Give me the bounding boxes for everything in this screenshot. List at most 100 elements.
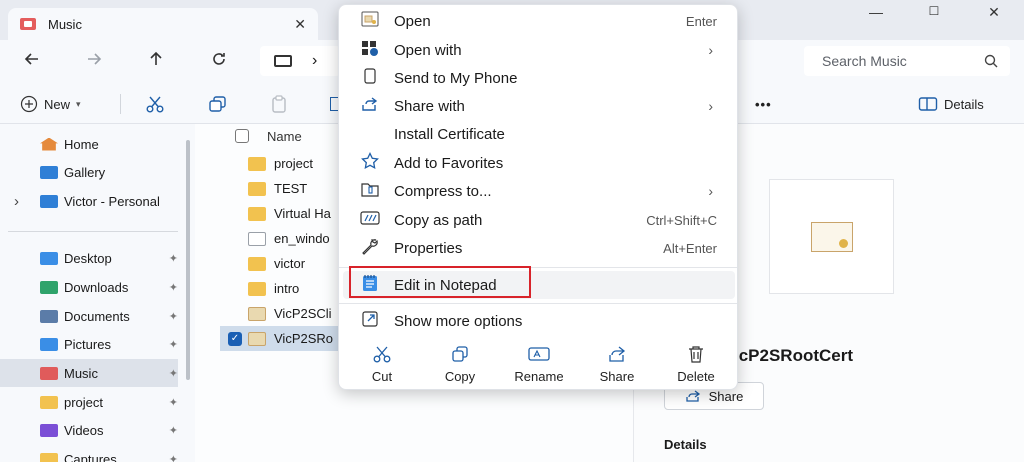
sidebar-label: Gallery — [64, 164, 106, 180]
sidebar-label: Documents — [64, 308, 130, 324]
music-icon — [40, 366, 58, 380]
more-options-button[interactable]: ••• — [755, 92, 772, 116]
menu-item-copy-as-path[interactable]: Copy as path Ctrl+Shift+C — [343, 206, 735, 234]
search-input[interactable]: Search Music — [804, 46, 1010, 76]
quick-action-rename[interactable]: Rename — [504, 345, 574, 384]
tab-music[interactable]: Music ✕ — [8, 8, 318, 40]
file-name: intro — [274, 281, 300, 296]
sidebar-label: Desktop — [64, 250, 112, 266]
sidebar-label: Music — [64, 365, 98, 381]
menu-label: Share with — [394, 97, 465, 115]
sidebar-divider — [8, 231, 178, 232]
menu-shortcut: Enter — [685, 13, 717, 29]
sidebar-label: project — [64, 394, 104, 410]
details-pane-button[interactable]: Details — [918, 92, 984, 116]
sidebar-item-onedrive[interactable]: › Victor - Personal — [0, 187, 178, 215]
phone-icon — [359, 67, 381, 89]
toolbar-rename-button-partial[interactable] — [330, 92, 338, 116]
menu-item-add-to-favorites[interactable]: Add to Favorites — [343, 149, 735, 177]
navigation-pane: Home Gallery › Victor - Personal Desktop… — [0, 124, 195, 462]
menu-item-compress-to[interactable]: Compress to... › — [343, 177, 735, 205]
column-header-name[interactable]: Name — [267, 129, 302, 144]
sidebar-scrollbar[interactable] — [186, 140, 190, 380]
pin-icon: ✦ — [168, 424, 178, 437]
menu-label: Install Certificate — [394, 125, 505, 143]
quick-action-copy[interactable]: Copy — [425, 345, 495, 384]
sidebar-item-desktop[interactable]: Desktop ✦ — [0, 244, 178, 272]
pin-icon: ✦ — [168, 396, 178, 409]
tab-close-icon[interactable]: ✕ — [294, 16, 306, 33]
gallery-icon — [40, 165, 58, 179]
refresh-icon — [213, 53, 225, 65]
file-name: project — [274, 156, 314, 171]
certificate-icon — [810, 221, 853, 252]
menu-item-open[interactable]: Open Enter — [343, 7, 735, 35]
menu-label: Properties — [394, 239, 463, 257]
menu-item-install-certificate[interactable]: Install Certificate — [343, 120, 735, 148]
toolbar-cut-button[interactable] — [145, 92, 165, 116]
trash-icon — [661, 345, 731, 365]
highlight-box — [349, 266, 531, 298]
pin-icon: ✦ — [168, 338, 178, 351]
rename-icon — [504, 345, 574, 365]
quick-action-label: Cut — [371, 369, 393, 384]
share-icon — [582, 345, 652, 365]
sidebar-item-gallery[interactable]: Gallery — [0, 158, 178, 186]
pin-icon: ✦ — [168, 310, 178, 323]
expand-chevron-icon[interactable]: › — [14, 193, 40, 210]
minimize-button[interactable]: — — [856, 4, 896, 20]
toolbar-paste-button[interactable] — [270, 92, 290, 116]
file-name: Virtual Ha — [274, 206, 331, 221]
quick-action-label: Share — [599, 369, 635, 384]
wrench-icon — [359, 237, 381, 260]
certificate-icon — [248, 306, 266, 321]
sidebar-item-videos[interactable]: Videos ✦ — [0, 416, 178, 444]
quick-action-cut[interactable]: Cut — [347, 345, 417, 384]
pin-icon: ✦ — [168, 453, 178, 462]
sidebar-item-documents[interactable]: Documents ✦ — [0, 302, 178, 330]
menu-item-open-with[interactable]: Open with › — [343, 36, 735, 64]
submenu-arrow-icon: › — [708, 98, 713, 114]
downloads-icon — [40, 280, 58, 294]
select-all-checkbox[interactable] — [235, 129, 249, 143]
pictures-icon — [40, 337, 58, 351]
refresh-button[interactable] — [207, 50, 231, 74]
quick-action-delete[interactable]: Delete — [661, 345, 731, 384]
copy-icon — [425, 345, 495, 365]
address-bar[interactable]: › — [260, 46, 340, 76]
menu-item-show-more-options[interactable]: Show more options — [343, 307, 735, 335]
details-label: Details — [944, 96, 984, 112]
submenu-arrow-icon: › — [708, 42, 713, 58]
sidebar-item-project[interactable]: project ✦ — [0, 388, 178, 416]
share-with-icon — [359, 96, 381, 117]
folder-icon — [40, 452, 58, 462]
quick-action-share[interactable]: Share — [582, 345, 652, 384]
menu-item-send-to-phone[interactable]: Send to My Phone — [343, 64, 735, 92]
forward-button[interactable] — [82, 50, 106, 74]
file-name: VicP2SCli — [274, 306, 332, 321]
sidebar-item-pictures[interactable]: Pictures ✦ — [0, 330, 178, 358]
menu-label: Add to Favorites — [394, 154, 504, 172]
back-button[interactable] — [20, 50, 44, 74]
file-name: VicP2SRo — [274, 331, 334, 346]
checked-checkbox-icon[interactable]: ✓ — [228, 331, 242, 346]
new-button[interactable]: New ▾ — [20, 92, 81, 116]
file-name: TEST — [274, 181, 308, 196]
menu-item-share-with[interactable]: Share with › — [343, 92, 735, 120]
folder-icon — [248, 181, 266, 196]
menu-item-properties[interactable]: Properties Alt+Enter — [343, 234, 735, 262]
sidebar-item-captures[interactable]: Captures ✦ — [0, 445, 178, 462]
up-button[interactable] — [144, 50, 168, 74]
share-label: Share — [708, 388, 744, 404]
forward-arrow-icon — [88, 53, 102, 65]
menu-shortcut: Alt+Enter — [663, 240, 717, 256]
sidebar-item-downloads[interactable]: Downloads ✦ — [0, 273, 178, 301]
toolbar-copy-button[interactable] — [208, 92, 228, 116]
sidebar-item-home[interactable]: Home — [0, 130, 178, 158]
plus-circle-icon — [20, 95, 38, 113]
menu-label: Show more options — [394, 312, 523, 330]
maximize-button[interactable]: ☐ — [914, 4, 954, 18]
close-button[interactable]: ✕ — [974, 4, 1014, 21]
sidebar-item-music[interactable]: Music ✦ — [0, 359, 178, 387]
chevron-down-icon: ▾ — [76, 98, 81, 109]
